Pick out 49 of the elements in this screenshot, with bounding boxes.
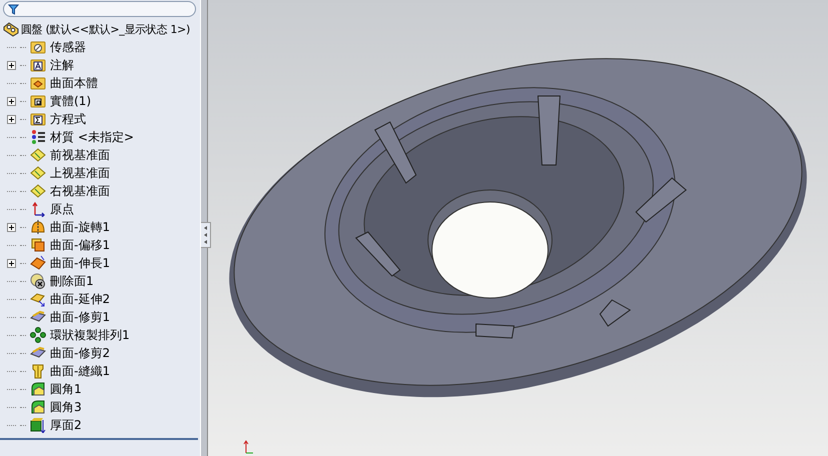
- tree-item[interactable]: 厚面2: [3, 416, 200, 434]
- tree-item[interactable]: 原点: [3, 200, 200, 218]
- tree-item[interactable]: 材質 <未指定>: [3, 128, 200, 146]
- filter-icon: [8, 4, 19, 14]
- filter-field[interactable]: [3, 1, 196, 17]
- tree-item[interactable]: 圓盤 (默认<<默认>_显示状态 1>): [3, 20, 200, 38]
- sensor-folder-icon: [30, 39, 46, 55]
- plane-icon: [30, 183, 46, 199]
- expand-icon[interactable]: [7, 60, 16, 70]
- tree-item[interactable]: 環狀複製排列1: [3, 326, 200, 344]
- offset-icon: [30, 237, 46, 253]
- plane-icon: [30, 147, 46, 163]
- tree-item[interactable]: 右视基准面: [3, 182, 200, 200]
- pattern-icon: [30, 327, 46, 343]
- expand-icon[interactable]: [7, 222, 16, 232]
- tree-item[interactable]: 前视基准面: [3, 146, 200, 164]
- tree-item[interactable]: 曲面-偏移1: [3, 236, 200, 254]
- tree-item[interactable]: 上视基准面: [3, 164, 200, 182]
- annotation-folder-icon: [30, 57, 46, 73]
- tree-item[interactable]: 方程式: [3, 110, 200, 128]
- tree-item[interactable]: 圓角1: [3, 380, 200, 398]
- tree-item[interactable]: 曲面-旋轉1: [3, 218, 200, 236]
- material-icon: [30, 129, 46, 145]
- expand-icon[interactable]: [7, 96, 16, 106]
- collapse-handle[interactable]: [201, 222, 211, 248]
- tree-item[interactable]: 實體(1): [3, 92, 200, 110]
- tree-item[interactable]: 曲面-縫織1: [3, 362, 200, 380]
- thicken-icon: [30, 417, 46, 433]
- tree-item[interactable]: 曲面-伸長1: [3, 254, 200, 272]
- part-icon: [3, 21, 19, 37]
- tree-item[interactable]: 圓角3: [3, 398, 200, 416]
- delete-icon: [30, 273, 46, 289]
- equation-folder-icon: [30, 111, 46, 127]
- tree-item[interactable]: 刪除面1: [3, 272, 200, 290]
- surface-folder-icon: [30, 75, 46, 91]
- axis-triad-icon: [242, 440, 254, 454]
- plane-icon: [30, 165, 46, 181]
- revolve-icon: [30, 219, 46, 235]
- tree-item[interactable]: 曲面-延伸2: [3, 290, 200, 308]
- tree-item[interactable]: 曲面-修剪2: [3, 344, 200, 362]
- expand-icon[interactable]: [7, 258, 16, 268]
- tree-item[interactable]: 传感器: [3, 38, 200, 56]
- tree-item[interactable]: 注解: [3, 56, 200, 74]
- origin-icon: [30, 201, 46, 217]
- solid-folder-icon: [30, 93, 46, 109]
- tree-item[interactable]: 曲面-修剪1: [3, 308, 200, 326]
- extrude-icon: [30, 255, 46, 271]
- tree-item[interactable]: 曲面本體: [3, 74, 200, 92]
- expand-icon[interactable]: [7, 114, 16, 124]
